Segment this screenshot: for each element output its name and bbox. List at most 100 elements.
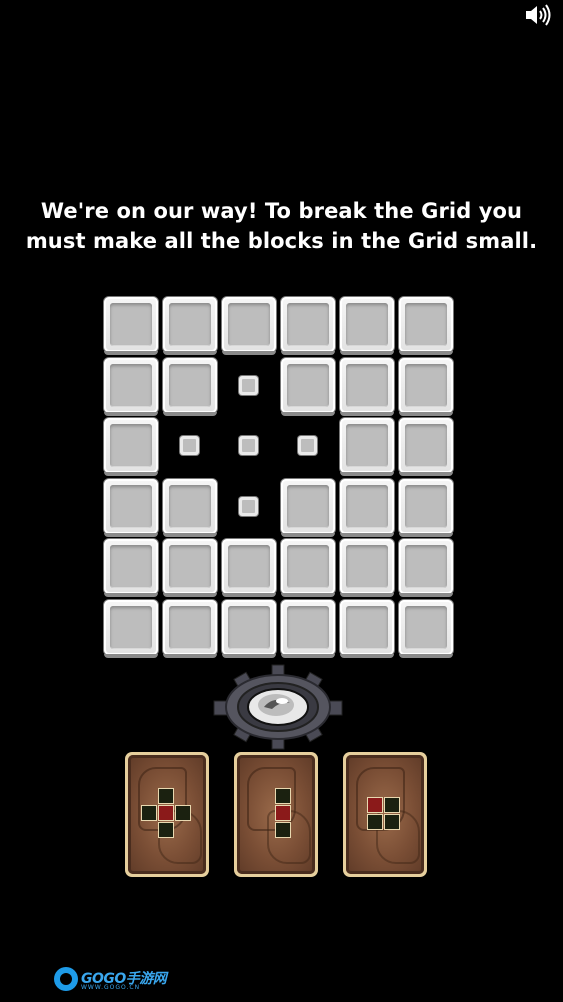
eye-gear-icon (213, 664, 343, 750)
card-pattern (368, 797, 402, 832)
grid-cell[interactable] (279, 356, 338, 416)
grid-cell[interactable] (397, 356, 456, 416)
grid-cell[interactable] (161, 295, 220, 355)
grid-cell[interactable] (102, 477, 161, 537)
instruction-line-1: We're on our way! To break the Grid you (40, 199, 523, 223)
grid-cell[interactable] (220, 598, 279, 658)
large-block (340, 478, 394, 537)
large-block (340, 357, 394, 416)
grid-cell[interactable] (397, 537, 456, 597)
grid-cell[interactable] (338, 295, 397, 355)
grid-cell[interactable] (397, 477, 456, 537)
grid-cell[interactable] (338, 477, 397, 537)
large-block (399, 539, 453, 597)
instruction-line-2: must make all the blocks in the Grid sma… (25, 229, 538, 253)
grid-cell[interactable] (338, 598, 397, 658)
pattern-square (276, 823, 290, 837)
card-hand (0, 752, 563, 882)
large-block (340, 297, 394, 355)
grid-cell[interactable] (397, 598, 456, 658)
large-block (281, 357, 335, 416)
grid-cell[interactable] (102, 356, 161, 416)
pattern-square (368, 814, 382, 829)
card-face (237, 755, 315, 874)
pattern-square (175, 806, 190, 820)
large-block (104, 478, 158, 537)
pattern-center-square (368, 797, 382, 812)
gear-eye (212, 663, 344, 751)
sound-on-icon (526, 4, 551, 26)
grid-cell[interactable] (279, 537, 338, 597)
pattern-card[interactable] (125, 752, 209, 877)
large-block (163, 357, 217, 416)
gogo-logo-icon (54, 967, 78, 991)
small-block (180, 436, 199, 455)
pattern-square (276, 789, 290, 803)
card-pattern (259, 789, 293, 840)
grid-cell[interactable] (220, 356, 279, 416)
small-block (239, 496, 258, 516)
pattern-square (141, 806, 156, 820)
grid-cell[interactable] (338, 537, 397, 597)
grid-cell[interactable] (279, 295, 338, 355)
grid-cell[interactable] (161, 537, 220, 597)
pattern-square (158, 823, 173, 837)
grid-cell[interactable] (161, 477, 220, 537)
large-block (163, 297, 217, 355)
grid-cell[interactable] (102, 598, 161, 658)
grid-cell[interactable] (161, 416, 220, 476)
grid-cell[interactable] (102, 295, 161, 355)
large-block (222, 539, 276, 597)
grid-cell[interactable] (279, 416, 338, 476)
pattern-card[interactable] (343, 752, 427, 877)
pattern-square (385, 814, 399, 829)
large-block (340, 599, 394, 658)
grid-cell[interactable] (397, 416, 456, 476)
large-block (281, 599, 335, 658)
pattern-card[interactable] (234, 752, 318, 877)
gogo-watermark-logo: GOGO手游网 WWW.GOGO.CN (54, 967, 167, 991)
large-block (222, 297, 276, 355)
grid-cell[interactable] (161, 356, 220, 416)
large-block (399, 418, 453, 476)
large-block (104, 418, 158, 476)
small-block (298, 436, 317, 455)
grid-cell[interactable] (338, 356, 397, 416)
grid-cell[interactable] (102, 416, 161, 476)
card-face (346, 755, 424, 874)
grid-cell[interactable] (220, 295, 279, 355)
small-block (239, 436, 258, 455)
instruction-text: We're on our way! To break the Grid you … (0, 196, 563, 256)
large-block (163, 478, 217, 537)
large-block (399, 297, 453, 355)
pattern-square (385, 797, 399, 812)
block-grid (102, 295, 456, 658)
grid-cell[interactable] (161, 598, 220, 658)
small-block (239, 375, 258, 395)
grid-cell[interactable] (279, 598, 338, 658)
large-block (163, 539, 217, 597)
large-block (222, 599, 276, 658)
grid-cell[interactable] (279, 477, 338, 537)
large-block (281, 478, 335, 537)
pattern-center-square (158, 806, 173, 820)
large-block (104, 297, 158, 355)
large-block (281, 297, 335, 355)
large-block (104, 539, 158, 597)
large-block (163, 599, 217, 658)
pattern-square (158, 789, 173, 803)
grid-cell[interactable] (220, 537, 279, 597)
large-block (104, 357, 158, 416)
large-block (340, 539, 394, 597)
grid-cell[interactable] (102, 537, 161, 597)
sound-toggle-button[interactable] (523, 2, 553, 28)
card-face (128, 755, 206, 874)
grid-cell[interactable] (397, 295, 456, 355)
grid-cell[interactable] (338, 416, 397, 476)
large-block (340, 418, 394, 476)
pattern-center-square (276, 806, 290, 820)
large-block (399, 478, 453, 537)
grid-cell[interactable] (220, 477, 279, 537)
large-block (104, 599, 158, 658)
grid-cell[interactable] (220, 416, 279, 476)
